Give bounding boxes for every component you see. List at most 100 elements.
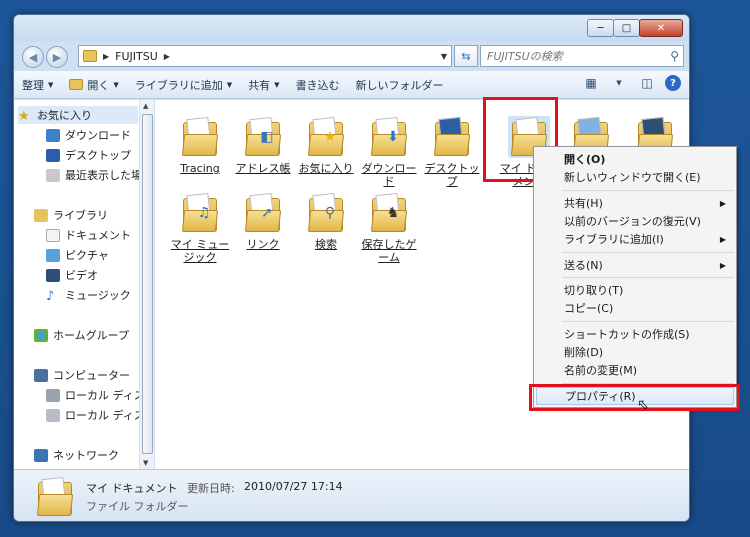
maximize-button[interactable]: □ (613, 19, 640, 37)
menu-item-copy[interactable]: コピー(C) (536, 299, 734, 317)
menu-item-label: ライブラリに追加(I) (564, 233, 664, 246)
minimize-button[interactable]: ─ (587, 19, 614, 37)
favorites-folder-icon: ★ (305, 116, 347, 158)
view-options-icon[interactable]: ▦ (581, 73, 601, 93)
sidebar-item-music[interactable]: ♪ ミュージック (46, 286, 131, 304)
navigation-pane: ★ お気に入り ダウンロード デスクトップ 最近表示した場所 ライブラリ ドキュメ… (14, 100, 154, 469)
chevron-down-icon: ▼ (48, 80, 54, 89)
file-item-address-book[interactable]: ◧ アドレス帳 (233, 116, 293, 175)
sidebar-item-label: ビデオ (65, 269, 98, 282)
file-item-links[interactable]: ➚ リンク (233, 192, 293, 251)
search-box[interactable]: ⚲ (480, 45, 684, 67)
caption-buttons: ─ □ ✕ (587, 19, 683, 37)
sidebar-item-label: ダウンロード (65, 129, 131, 142)
details-type: ファイル フォルダー (86, 500, 189, 513)
menu-item-send-to[interactable]: 送る(N) ▶ (536, 256, 734, 274)
music-note-icon: ♪ (46, 288, 55, 304)
chevron-down-icon: ▼ (226, 80, 233, 89)
sidebar-item-local-disk-2[interactable]: ローカル ディスク (46, 406, 153, 424)
add-to-library-button[interactable]: ライブラリに追加 ▼ (127, 73, 240, 97)
file-item-desktop[interactable]: デスクトップ (422, 116, 482, 188)
menu-item-delete[interactable]: 削除(D) (536, 343, 734, 361)
recent-places-icon (46, 168, 60, 182)
music-folder-icon: ♫ (179, 192, 221, 234)
search-input[interactable] (481, 46, 661, 66)
downloads-folder-icon: ⬇ (368, 116, 410, 158)
submenu-arrow-icon: ▶ (719, 260, 726, 270)
breadcrumb-fujitsu[interactable]: FUJITSU (115, 50, 158, 63)
sidebar-item-libraries[interactable]: ライブラリ (34, 206, 108, 224)
sidebar-item-favorites[interactable]: ★ お気に入り (18, 106, 138, 124)
menu-separator (562, 277, 734, 278)
view-controls: ▦ ▼ ◫ ? (581, 73, 681, 93)
forward-button[interactable]: ▶ (46, 46, 68, 68)
scroll-down-icon[interactable]: ▼ (143, 459, 148, 467)
navigation-bar: ◀ ▶ ▶ FUJITSU ▶ ▼ ⇆ ⚲ (14, 41, 689, 71)
new-folder-button[interactable]: 新しいフォルダー (348, 73, 452, 97)
menu-item-open[interactable]: 開く(O) (536, 150, 734, 168)
sidebar-item-videos[interactable]: ビデオ (46, 266, 98, 284)
sidebar-item-label: ライブラリ (53, 209, 108, 222)
file-label: デスクトップ (424, 162, 480, 188)
address-book-folder-icon: ◧ (242, 116, 284, 158)
desktop-icon (46, 148, 60, 162)
search-icon[interactable]: ⚲ (670, 49, 679, 63)
menu-item-restore-previous[interactable]: 以前のバージョンの復元(V) (536, 212, 734, 230)
document-icon (46, 228, 60, 242)
library-icon (34, 208, 48, 222)
address-dropdown-icon[interactable]: ▼ (441, 52, 447, 61)
close-button[interactable]: ✕ (639, 19, 683, 37)
sidebar-item-label: ドキュメント (65, 229, 131, 242)
share-button[interactable]: 共有 ▼ (240, 73, 287, 97)
folder-open-icon (69, 79, 84, 90)
file-item-my-music[interactable]: ♫ マイ ミュージック (170, 192, 230, 264)
menu-item-share[interactable]: 共有(H) ▶ (536, 194, 734, 212)
sidebar-item-homegroup[interactable]: ホームグループ (34, 326, 129, 344)
arrow-left-icon: ◀ (28, 50, 38, 64)
menu-item-add-to-library[interactable]: ライブラリに追加(I) ▶ (536, 230, 734, 248)
help-icon[interactable]: ? (665, 75, 681, 91)
breadcrumb-chevron-icon[interactable]: ▶ (164, 52, 170, 61)
view-dropdown-icon[interactable]: ▼ (609, 73, 629, 93)
navigation-pane-scrollbar[interactable]: ▲ ▼ (139, 100, 154, 469)
sidebar-item-documents[interactable]: ドキュメント (46, 226, 131, 244)
sidebar-item-pictures[interactable]: ピクチャ (46, 246, 109, 264)
burn-label: 書き込む (295, 78, 340, 92)
menu-item-create-shortcut[interactable]: ショートカットの作成(S) (536, 325, 734, 343)
details-modified-label: 更新日時: (187, 482, 235, 495)
preview-pane-icon[interactable]: ◫ (637, 73, 657, 93)
file-item-saved-games[interactable]: ♞ 保存したゲーム (359, 192, 419, 264)
file-label: リンク (246, 238, 280, 251)
sidebar-item-label: ミュージック (65, 289, 131, 302)
menu-item-open-new-window[interactable]: 新しいウィンドウで開く(E) (536, 168, 734, 186)
menu-item-cut[interactable]: 切り取り(T) (536, 281, 734, 299)
sidebar-item-computer[interactable]: コンピューター (34, 366, 130, 384)
sidebar-item-label: お気に入り (37, 109, 92, 122)
share-label: 共有 (248, 78, 271, 92)
menu-item-label: 送る(N) (564, 259, 603, 272)
refresh-button[interactable]: ⇆ (454, 45, 478, 67)
file-item-searches[interactable]: ⚲ 検索 (296, 192, 356, 251)
scroll-up-icon[interactable]: ▲ (143, 102, 148, 110)
organize-button[interactable]: 整理 ▼ (14, 73, 61, 97)
sidebar-item-desktop[interactable]: デスクトップ (46, 146, 131, 164)
video-icon (46, 268, 60, 282)
burn-button[interactable]: 書き込む (288, 73, 348, 97)
computer-icon (34, 368, 48, 382)
menu-item-rename[interactable]: 名前の変更(M) (536, 361, 734, 379)
open-button[interactable]: 開く ▼ (61, 73, 126, 97)
title-bar: ─ □ ✕ (14, 15, 689, 41)
back-button[interactable]: ◀ (22, 46, 44, 68)
sidebar-item-network[interactable]: ネットワーク (34, 446, 119, 464)
file-item-downloads[interactable]: ⬇ ダウンロード (359, 116, 419, 188)
sidebar-item-local-disk-1[interactable]: ローカル ディスク (46, 386, 153, 404)
sidebar-item-downloads[interactable]: ダウンロード (46, 126, 131, 144)
scrollbar-thumb[interactable] (142, 114, 153, 454)
context-menu: 開く(O) 新しいウィンドウで開く(E) 共有(H) ▶ 以前のバージョンの復元(… (533, 146, 737, 408)
file-item-tracing[interactable]: Tracing (170, 116, 230, 175)
address-bar[interactable]: ▶ FUJITSU ▶ ▼ (78, 45, 452, 67)
menu-separator (562, 321, 734, 322)
sidebar-item-recent[interactable]: 最近表示した場所 (46, 166, 153, 184)
hard-drive-icon (46, 388, 60, 402)
file-item-favorites[interactable]: ★ お気に入り (296, 116, 356, 175)
